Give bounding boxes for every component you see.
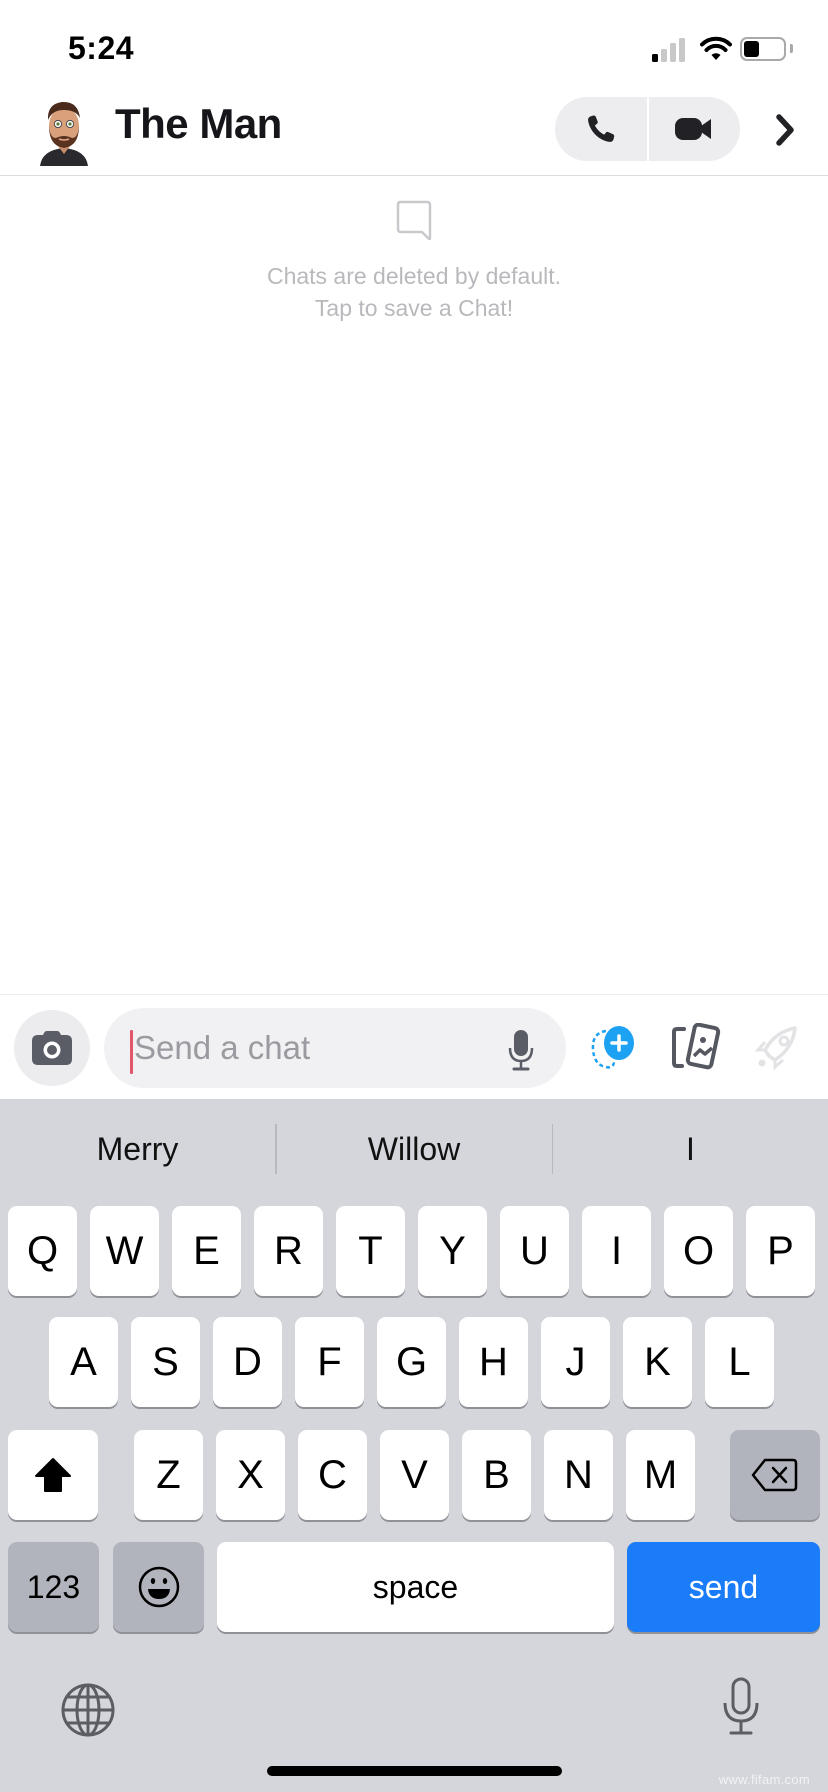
memories-cards-icon <box>672 1023 721 1070</box>
chat-bubble-icon <box>396 200 432 241</box>
home-indicator[interactable] <box>267 1766 562 1776</box>
camera-icon <box>32 1031 72 1065</box>
key-o[interactable]: O <box>664 1206 733 1296</box>
key-g[interactable]: G <box>377 1317 446 1407</box>
globe-icon <box>61 1683 115 1737</box>
key-j[interactable]: J <box>541 1317 610 1407</box>
suggestion[interactable]: Willow <box>277 1131 552 1168</box>
key-v[interactable]: V <box>380 1430 449 1520</box>
notice-line-1: Chats are deleted by default. <box>266 263 562 289</box>
key-l[interactable]: L <box>705 1317 774 1407</box>
text-caret <box>130 1030 133 1074</box>
key-s[interactable]: S <box>131 1317 200 1407</box>
key-x[interactable]: X <box>216 1430 285 1520</box>
watermark: www.fifam.com <box>718 1772 810 1787</box>
microphone-icon[interactable] <box>506 1028 536 1072</box>
key-h[interactable]: H <box>459 1317 528 1407</box>
space-key[interactable]: space <box>217 1542 614 1632</box>
cellular-signal-icon <box>652 37 690 62</box>
bitmoji-avatar[interactable] <box>34 96 94 166</box>
chat-header: The Man <box>0 90 828 176</box>
key-row-3: ZXCVBNM <box>0 1430 828 1520</box>
status-bar: 5:24 <box>0 0 828 90</box>
emoji-key[interactable] <box>113 1542 204 1632</box>
globe-button[interactable] <box>58 1680 118 1740</box>
chat-title[interactable]: The Man <box>115 100 282 148</box>
key-q[interactable]: Q <box>8 1206 77 1296</box>
backspace-key[interactable] <box>730 1430 820 1520</box>
shift-key[interactable] <box>8 1430 98 1520</box>
battery-nub <box>790 44 793 53</box>
suggestion[interactable]: I <box>553 1131 828 1168</box>
key-row-1: QWERTYUIOP <box>0 1206 828 1296</box>
key-f[interactable]: F <box>295 1317 364 1407</box>
predictive-text-bar: Merry Willow I <box>0 1099 828 1199</box>
signal-bar <box>661 48 667 62</box>
key-w[interactable]: W <box>90 1206 159 1296</box>
profile-chevron-button[interactable] <box>770 110 800 150</box>
chevron-right-icon <box>776 114 794 146</box>
key-t[interactable]: T <box>336 1206 405 1296</box>
save-chat-notice[interactable]: Chats are deleted by default. Tap to sav… <box>0 200 828 324</box>
key-z[interactable]: Z <box>134 1430 203 1520</box>
key-i[interactable]: I <box>582 1206 651 1296</box>
suggestion[interactable]: Merry <box>0 1131 275 1168</box>
battery-level <box>744 41 759 57</box>
bitmoji-button[interactable] <box>588 1021 640 1073</box>
bitmoji-add-icon <box>591 1026 634 1069</box>
rocket-icon <box>754 1026 797 1071</box>
emoji-face-icon <box>138 1566 179 1608</box>
key-row-4: 123 space send <box>0 1542 828 1632</box>
camera-button[interactable] <box>14 1010 90 1086</box>
key-m[interactable]: M <box>626 1430 695 1520</box>
signal-bar <box>670 43 676 62</box>
video-call-button[interactable] <box>649 97 741 161</box>
keyboard: Merry Willow I QWERTYUIOP ASDFGHJKL ZXCV… <box>0 1099 828 1792</box>
call-buttons-group <box>555 97 740 161</box>
key-e[interactable]: E <box>172 1206 241 1296</box>
key-d[interactable]: D <box>213 1317 282 1407</box>
key-b[interactable]: B <box>462 1430 531 1520</box>
shift-arrow-icon <box>35 1458 71 1492</box>
wifi-icon <box>700 36 732 60</box>
phone-icon <box>587 115 614 142</box>
notice-line-2: Tap to save a Chat! <box>314 295 514 321</box>
status-time: 5:24 <box>68 30 135 66</box>
microphone-icon <box>723 1677 759 1735</box>
key-r[interactable]: R <box>254 1206 323 1296</box>
key-c[interactable]: C <box>298 1430 367 1520</box>
dictation-button[interactable] <box>711 1677 771 1737</box>
numbers-key[interactable]: 123 <box>8 1542 99 1632</box>
send-key[interactable]: send <box>627 1542 820 1632</box>
memories-button[interactable] <box>670 1021 722 1073</box>
voice-call-button[interactable] <box>555 97 647 161</box>
key-a[interactable]: A <box>49 1317 118 1407</box>
key-k[interactable]: K <box>623 1317 692 1407</box>
key-p[interactable]: P <box>746 1206 815 1296</box>
signal-bar <box>652 54 658 62</box>
chat-input-field <box>104 1008 566 1088</box>
chat-message-input[interactable] <box>134 1022 484 1074</box>
battery-icon <box>740 37 786 61</box>
games-button[interactable] <box>752 1021 804 1073</box>
backspace-icon <box>751 1458 798 1492</box>
key-y[interactable]: Y <box>418 1206 487 1296</box>
signal-bar <box>679 37 685 62</box>
video-camera-icon <box>675 118 712 140</box>
key-n[interactable]: N <box>544 1430 613 1520</box>
chat-input-bar <box>0 994 828 1099</box>
key-row-2: ASDFGHJKL <box>0 1317 828 1407</box>
key-u[interactable]: U <box>500 1206 569 1296</box>
